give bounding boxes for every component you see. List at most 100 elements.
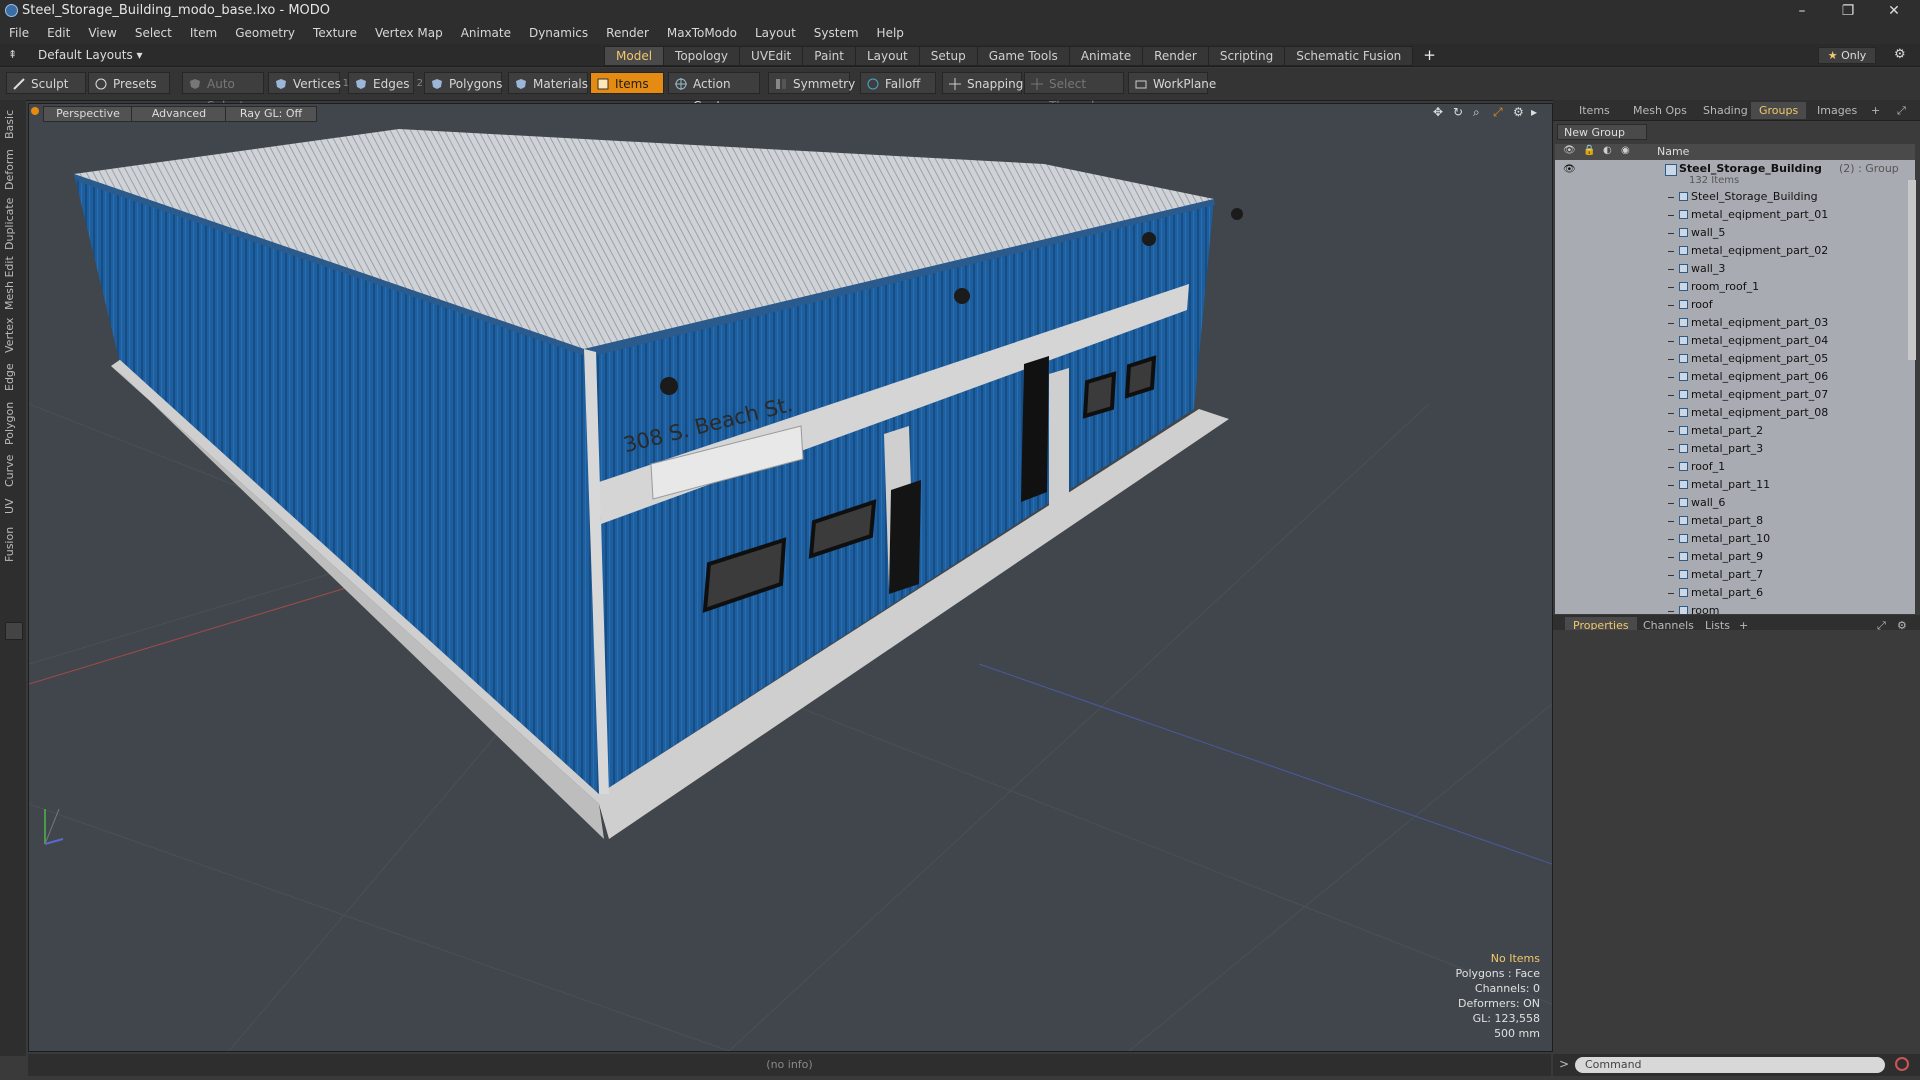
command-input[interactable]: Command	[1575, 1057, 1885, 1073]
close-icon[interactable]: ✕	[1872, 0, 1916, 22]
group-item-row[interactable]: roof	[1555, 296, 1915, 314]
snapping-button[interactable]: Snapping	[942, 72, 1023, 94]
group-item-row[interactable]: roof_1	[1555, 458, 1915, 476]
tab-images[interactable]: Images	[1809, 102, 1865, 119]
tab-scripting[interactable]: Scripting	[1207, 46, 1286, 66]
group-item-row[interactable]: metal_eqipment_part_04	[1555, 332, 1915, 350]
tab-mesh-ops[interactable]: Mesh Ops	[1625, 102, 1695, 119]
tab-setup[interactable]: Setup	[918, 46, 978, 66]
falloff-button[interactable]: Falloff	[860, 72, 936, 94]
group-item-row[interactable]: wall_3	[1555, 260, 1915, 278]
group-item-row[interactable]: metal_eqipment_part_03	[1555, 314, 1915, 332]
menu-system[interactable]: System	[805, 26, 868, 40]
only-button[interactable]: ★ Only	[1818, 47, 1876, 64]
tab-layout[interactable]: Layout	[854, 46, 920, 66]
tree-scrollbar[interactable]	[1908, 180, 1916, 360]
menu-view[interactable]: View	[79, 26, 125, 40]
menu-help[interactable]: Help	[868, 26, 913, 40]
vertices-button[interactable]: Vertices 1	[268, 72, 349, 94]
tab-shading[interactable]: Shading	[1695, 102, 1756, 119]
tab-curve[interactable]: Curve	[3, 452, 23, 490]
view-mode-button[interactable]: Perspective	[43, 106, 133, 122]
group-tree[interactable]: 👁 Steel_Storage_Building (2) : Group 132…	[1555, 160, 1915, 614]
add-tab-icon[interactable]: +	[1412, 46, 1447, 64]
tab-topology[interactable]: Topology	[663, 46, 741, 66]
group-item-row[interactable]: wall_5	[1555, 224, 1915, 242]
action-center-button[interactable]: Action Center	[668, 72, 760, 113]
record-icon[interactable]	[1895, 1057, 1909, 1071]
zoom-view-icon[interactable]: ⌕	[1473, 105, 1480, 120]
menu-geometry[interactable]: Geometry	[226, 26, 304, 40]
group-item-row[interactable]: Steel_Storage_Building	[1555, 188, 1915, 206]
gear-icon[interactable]: ⚙	[1894, 47, 1906, 62]
group-item-row[interactable]: metal_part_9	[1555, 548, 1915, 566]
move-view-icon[interactable]: ✥	[1433, 105, 1443, 119]
select-icon[interactable]: ◉	[1621, 145, 1630, 156]
tool-pin-button[interactable]	[5, 622, 23, 640]
tab-edge[interactable]: Edge	[3, 360, 23, 394]
viewport-gear-icon[interactable]: ⚙	[1513, 105, 1524, 119]
tab-vertex[interactable]: Vertex	[3, 314, 23, 356]
minimize-icon[interactable]: –	[1780, 0, 1824, 22]
group-item-row[interactable]: metal_eqipment_part_07	[1555, 386, 1915, 404]
visibility-toggle-icon[interactable]: 👁	[1563, 164, 1576, 175]
tab-game-tools[interactable]: Game Tools	[976, 46, 1070, 66]
menu-animate[interactable]: Animate	[452, 26, 520, 40]
group-item-row[interactable]: metal_part_7	[1555, 566, 1915, 584]
group-item-row[interactable]: metal_eqipment_part_02	[1555, 242, 1915, 260]
menu-select[interactable]: Select	[126, 26, 181, 40]
workplane-button[interactable]: WorkPlane	[1128, 72, 1216, 94]
lock-icon[interactable]: 🔒	[1583, 145, 1595, 156]
auto-select-button[interactable]: Auto Select	[182, 72, 264, 113]
group-item-row[interactable]: metal_part_8	[1555, 512, 1915, 530]
tab-schematic-fusion[interactable]: Schematic Fusion	[1284, 46, 1414, 66]
tab-uvedit[interactable]: UVEdit	[739, 46, 804, 66]
menu-file[interactable]: File	[0, 26, 38, 40]
tab-polygon[interactable]: Polygon	[3, 398, 23, 448]
group-item-row[interactable]: metal_part_10	[1555, 530, 1915, 548]
tab-mesh-edit[interactable]: Mesh Edit	[3, 256, 23, 310]
symmetry-button[interactable]: Symmetry	[768, 72, 855, 94]
menu-dynamics[interactable]: Dynamics	[520, 26, 597, 40]
layout-selector[interactable]: Default Layouts ▾	[38, 48, 143, 62]
tab-animate[interactable]: Animate	[1068, 46, 1144, 66]
restore-icon[interactable]: ❐	[1826, 0, 1870, 22]
presets-button[interactable]: Presets F6	[88, 72, 170, 113]
group-item-row[interactable]: metal_eqipment_part_06	[1555, 368, 1915, 386]
panel-expand-icon[interactable]: ⤢	[1889, 102, 1914, 120]
tab-items[interactable]: Items	[1571, 102, 1618, 119]
viewport-arrow-icon[interactable]: ▸	[1531, 105, 1537, 119]
group-item-row[interactable]: metal_part_6	[1555, 584, 1915, 602]
maximize-view-icon[interactable]: ⤢	[1493, 105, 1503, 120]
menu-layout[interactable]: Layout	[746, 26, 805, 40]
shading-mode-button[interactable]: Advanced	[131, 106, 227, 122]
sculpt-button[interactable]: Sculpt	[6, 72, 86, 94]
materials-button[interactable]: Materials	[508, 72, 588, 94]
group-item-row[interactable]: room_roof_1	[1555, 278, 1915, 296]
menu-edit[interactable]: Edit	[38, 26, 79, 40]
polygons-button[interactable]: Polygons	[424, 72, 502, 94]
3d-viewport[interactable]: 308 S. Beach St. Perspective Advanced Ra…	[28, 103, 1553, 1052]
menu-item[interactable]: Item	[181, 26, 226, 40]
group-item-row[interactable]: metal_eqipment_part_05	[1555, 350, 1915, 368]
render-icon[interactable]: ◐	[1603, 145, 1612, 156]
rotate-view-icon[interactable]: ↻	[1453, 105, 1463, 119]
group-item-row[interactable]: wall_6	[1555, 494, 1915, 512]
eye-icon[interactable]: 👁	[1563, 145, 1576, 156]
add-panel-tab-icon[interactable]: +	[1863, 102, 1888, 119]
menu-vertex-map[interactable]: Vertex Map	[366, 26, 452, 40]
menu-render[interactable]: Render	[597, 26, 658, 40]
group-item-row[interactable]: metal_part_2	[1555, 422, 1915, 440]
tab-fusion[interactable]: Fusion	[3, 522, 23, 566]
tab-model[interactable]: Model	[604, 46, 665, 66]
layout-menu-icon[interactable]: ⇞	[8, 48, 17, 61]
group-item-row[interactable]: metal_part_11	[1555, 476, 1915, 494]
tab-uv[interactable]: UV	[3, 494, 23, 518]
group-item-row[interactable]: metal_eqipment_part_01	[1555, 206, 1915, 224]
group-item-row[interactable]: metal_part_3	[1555, 440, 1915, 458]
tab-duplicate[interactable]: Duplicate	[3, 196, 23, 252]
items-button[interactable]: Items	[590, 72, 664, 94]
raygl-button[interactable]: Ray GL: Off	[225, 106, 317, 122]
edges-button[interactable]: Edges 2	[348, 72, 423, 94]
new-group-button[interactable]: New Group	[1557, 124, 1647, 140]
